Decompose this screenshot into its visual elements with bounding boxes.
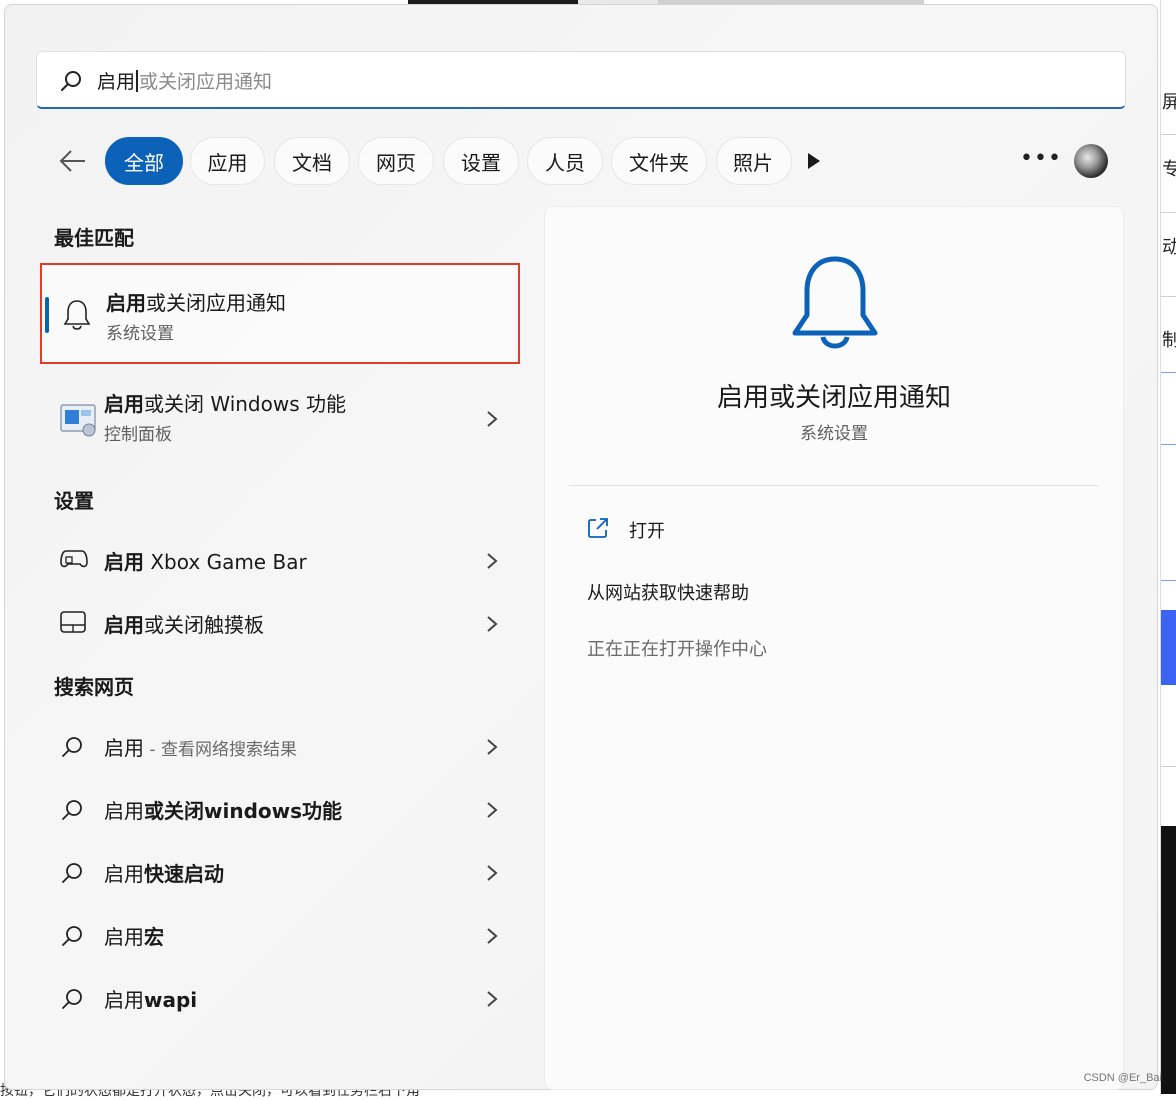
- bell-icon: [792, 256, 878, 349]
- chevron-right-icon: [487, 928, 498, 944]
- search-icon: [62, 863, 82, 883]
- filter-documents[interactable]: 文档: [274, 137, 350, 185]
- search-icon: [62, 926, 82, 946]
- filter-web[interactable]: 网页: [358, 137, 434, 185]
- web-result-text: 启用或关闭windows功能: [104, 799, 343, 823]
- search-typed-text: 启用: [97, 71, 136, 93]
- section-title-settings: 设置: [54, 489, 94, 513]
- search-input[interactable]: 启用 或关闭应用通知: [36, 51, 1126, 109]
- web-result-text: 启用 - 查看网络搜索结果: [104, 736, 297, 760]
- detail-subtitle: 系统设置: [800, 424, 868, 444]
- search-icon: [61, 71, 81, 91]
- filter-people[interactable]: 人员: [527, 137, 603, 185]
- section-title-web-search: 搜索网页: [54, 675, 134, 699]
- chevron-right-icon: [487, 865, 498, 881]
- background-text-fragment: 制: [1162, 330, 1176, 351]
- search-icon: [62, 989, 82, 1009]
- status-text: 正在正在打开操作中心: [587, 639, 767, 660]
- chevron-right-icon: [487, 991, 498, 1007]
- web-result[interactable]: 启用wapi: [40, 968, 520, 1026]
- search-query: 启用 或关闭应用通知: [97, 67, 272, 94]
- result-detail-pane: 启用或关闭应用通知 系统设置 打开 从网站获取快速帮助 正在正在打开操作中心: [544, 206, 1124, 1090]
- best-match-title: 启用或关闭应用通知: [106, 291, 286, 315]
- back-arrow-icon[interactable]: [58, 146, 88, 176]
- open-button[interactable]: 打开: [629, 517, 665, 543]
- best-match-result[interactable]: 启用或关闭应用通知 系统设置: [40, 263, 520, 364]
- filter-photos[interactable]: 照片: [716, 137, 792, 185]
- user-avatar[interactable]: [1074, 144, 1108, 178]
- bell-icon: [63, 300, 91, 330]
- best-match-subtitle: 系统设置: [106, 324, 174, 344]
- filter-settings[interactable]: 设置: [443, 137, 519, 185]
- touchpad-icon: [60, 611, 86, 633]
- background-text-fragment: 屏: [1162, 92, 1176, 113]
- divider: [569, 485, 1099, 486]
- search-icon: [62, 800, 82, 820]
- result-windows-features-title: 启用或关闭 Windows 功能: [104, 392, 346, 416]
- background-window-edge: 屏 专 动 制: [1160, 0, 1176, 1094]
- result-xbox-game-bar[interactable]: 启用 Xbox Game Bar: [40, 530, 520, 588]
- result-windows-features[interactable]: 启用或关闭 Windows 功能 控制面板: [40, 374, 520, 464]
- chevron-right-icon: [487, 802, 498, 818]
- chevron-right-icon: [487, 739, 498, 755]
- search-icon: [62, 737, 82, 757]
- chevron-right-icon: [487, 553, 498, 569]
- more-options-icon[interactable]: •••: [1020, 146, 1062, 171]
- play-more-icon[interactable]: [806, 152, 822, 170]
- detail-title: 启用或关闭应用通知: [716, 383, 951, 413]
- search-suggestion-text: 或关闭应用通知: [139, 71, 273, 93]
- web-result[interactable]: 启用快速启动: [40, 842, 520, 900]
- filter-apps[interactable]: 应用: [190, 137, 265, 185]
- watermark: CSDN @Er_Bai: [1083, 1072, 1162, 1084]
- gamepad-icon: [60, 550, 88, 568]
- open-external-icon[interactable]: [587, 517, 609, 539]
- filter-all[interactable]: 全部: [105, 137, 183, 185]
- web-result-text: 启用宏: [104, 925, 164, 949]
- section-title-best-match: 最佳匹配: [54, 226, 134, 250]
- text-caret: [136, 70, 139, 92]
- control-panel-icon: [60, 404, 96, 437]
- selection-indicator: [45, 297, 49, 333]
- result-touchpad[interactable]: 启用或关闭触摸板: [40, 593, 520, 651]
- background-text-fragment: 专: [1162, 159, 1176, 180]
- web-result[interactable]: 启用宏: [40, 905, 520, 963]
- web-help-link[interactable]: 从网站获取快速帮助: [587, 579, 749, 605]
- chevron-right-icon: [487, 411, 498, 427]
- result-touchpad-title: 启用或关闭触摸板: [104, 613, 264, 637]
- result-windows-features-subtitle: 控制面板: [104, 425, 172, 445]
- web-result-text: 启用wapi: [104, 988, 198, 1012]
- result-xbox-title: 启用 Xbox Game Bar: [104, 550, 307, 574]
- filter-folders[interactable]: 文件夹: [611, 137, 707, 185]
- chevron-right-icon: [487, 616, 498, 632]
- web-result-text: 启用快速启动: [104, 862, 224, 886]
- web-result[interactable]: 启用或关闭windows功能: [40, 779, 520, 837]
- background-text-fragment: 动: [1162, 237, 1176, 258]
- web-result[interactable]: 启用 - 查看网络搜索结果: [40, 716, 520, 774]
